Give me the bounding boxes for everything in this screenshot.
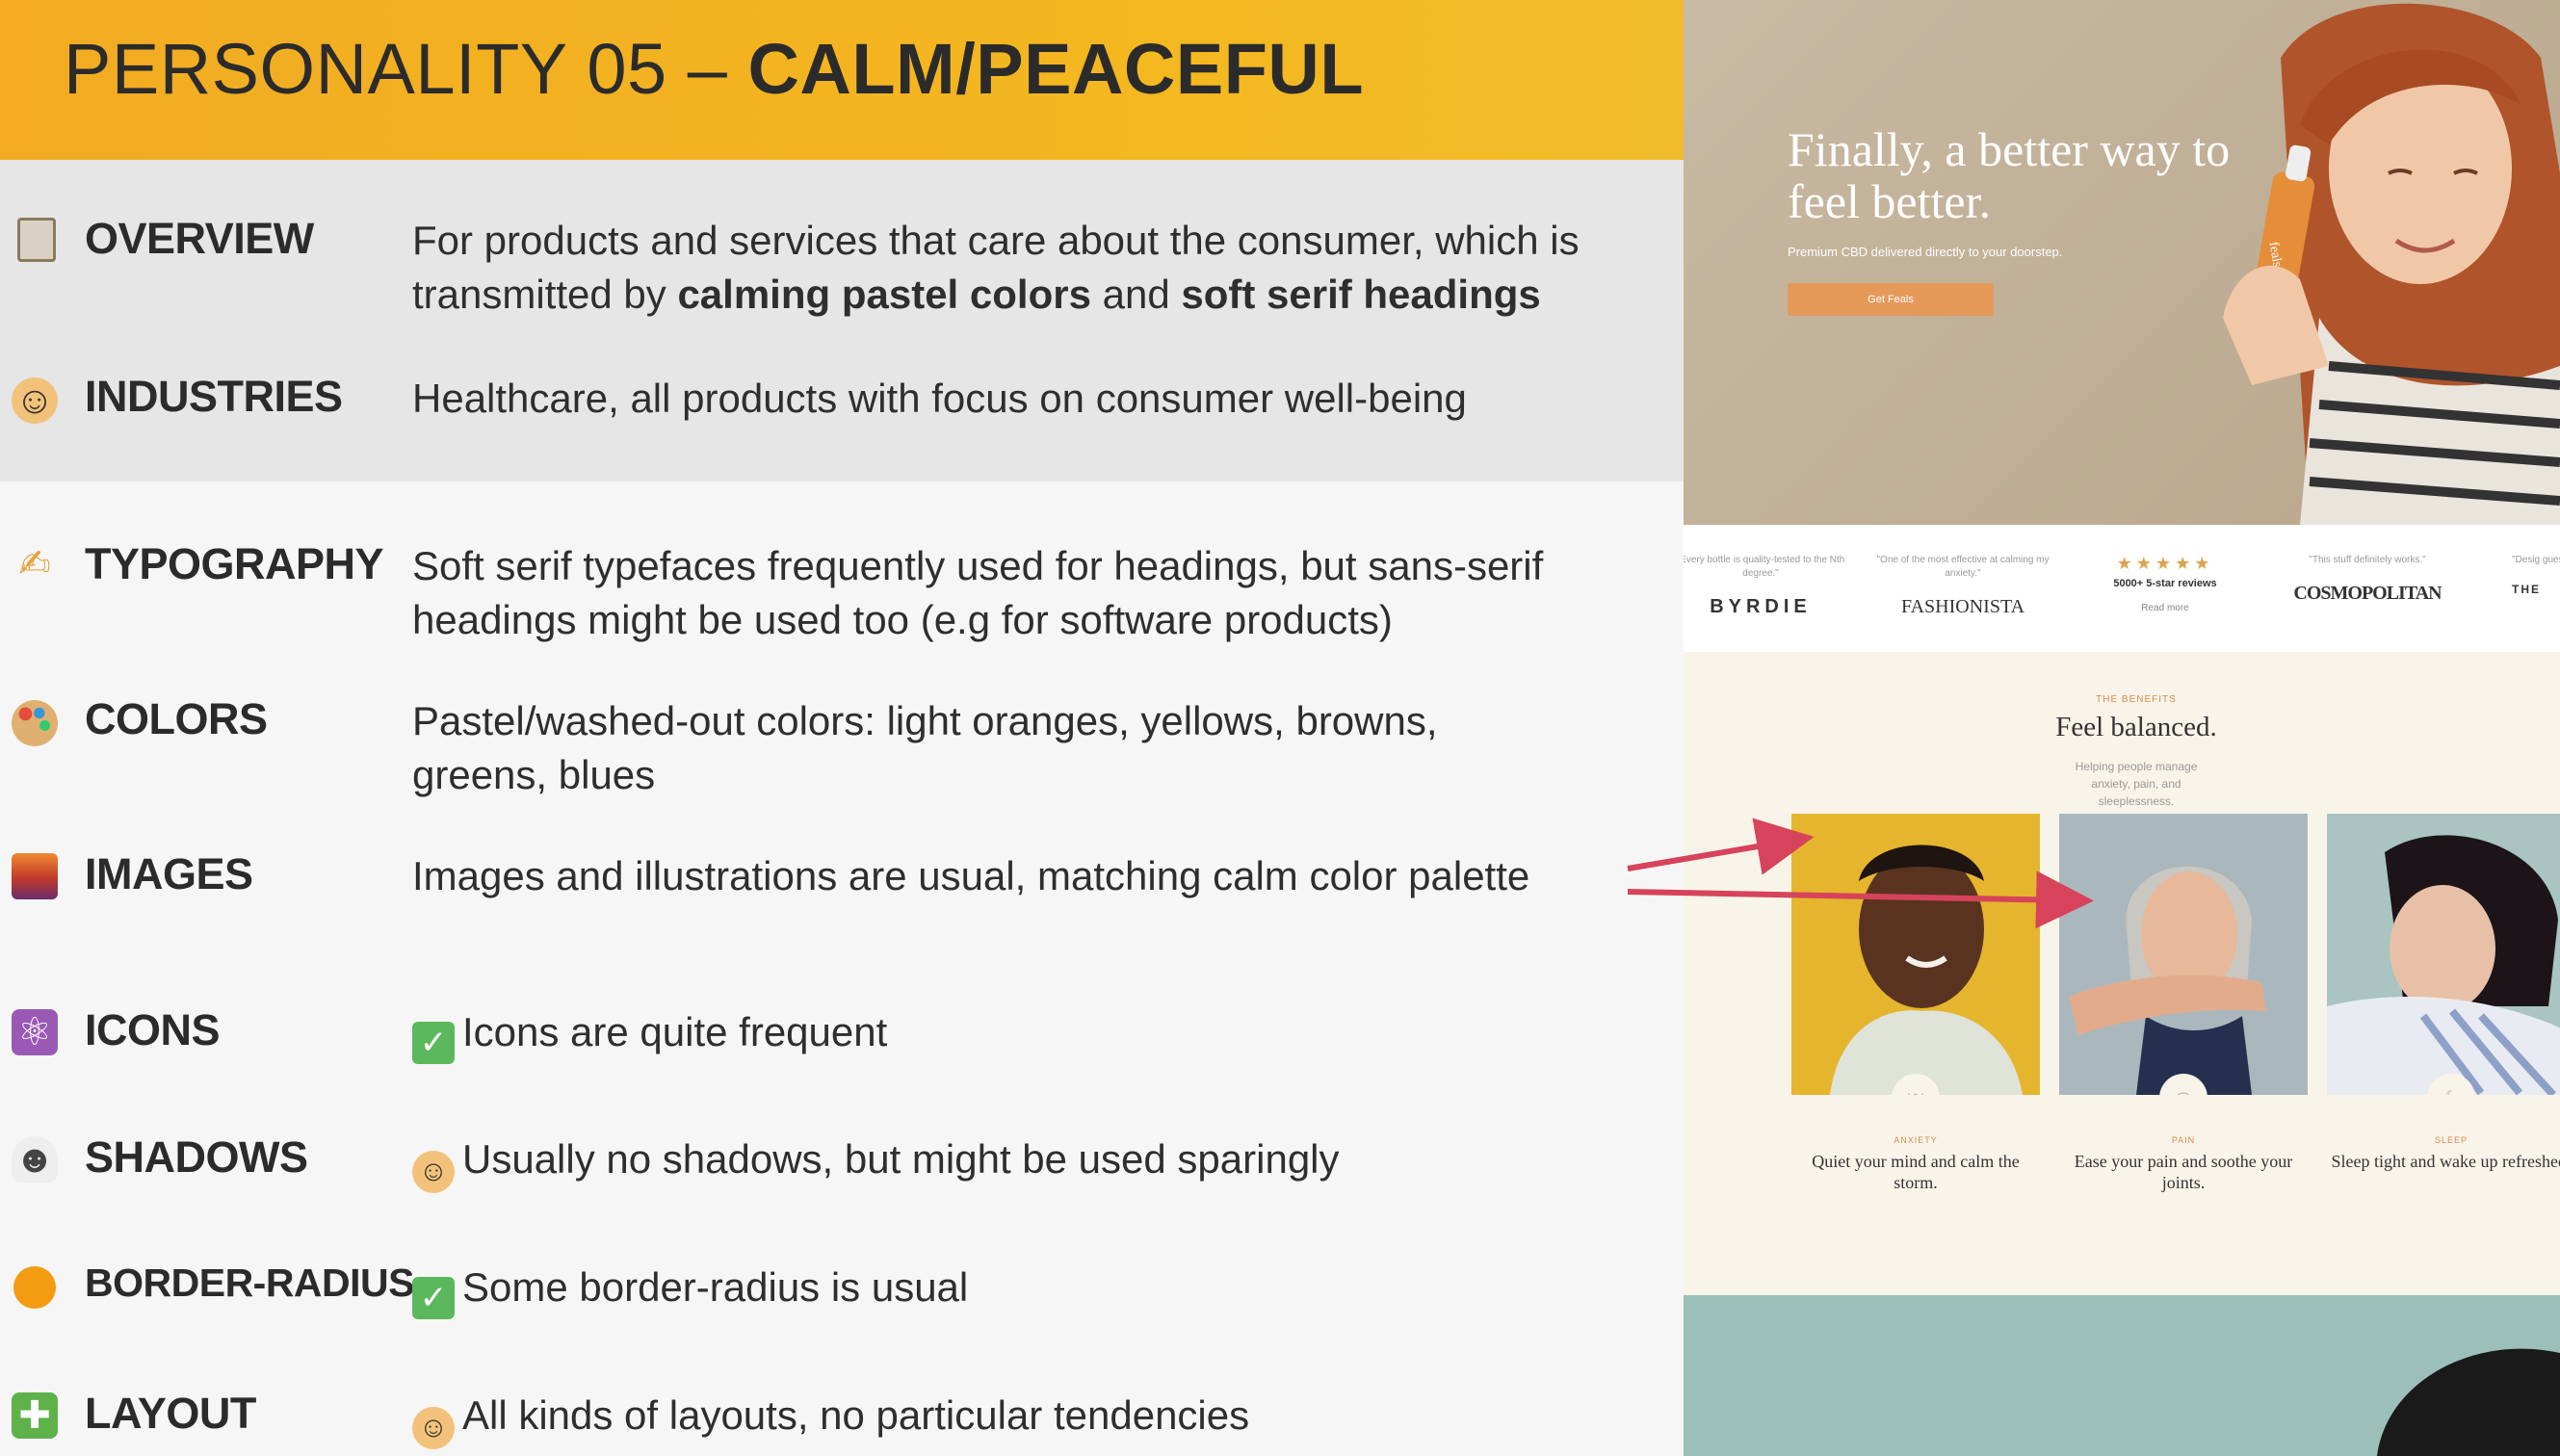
cosmopolitan-logo: COSMOPOLITAN [2293,583,2442,604]
worker-icon: ☺ [12,377,58,424]
row-description: ☺ Usually no shadows, but might be used s… [412,1132,1664,1193]
ghost-icon: ☻ [12,1136,58,1183]
desc-text: All kinds of layouts, no particular tend… [462,1392,1250,1438]
row-description: ✓ Some border-radius is usual [412,1261,1664,1319]
benefit-card-pain[interactable]: ⬭ PAIN Ease your pain and soothe your jo… [2059,814,2308,1193]
row-label: TYPOGRAPHY [85,539,384,588]
atom-icon: ⚛ [12,1009,58,1055]
row-description: Pastel/washed-out colors: light oranges,… [412,698,1438,797]
check-icon: ✓ [412,1022,455,1064]
desc-text: Some border-radius is usual [462,1264,969,1310]
press-quote: "One of the most effective at calming my… [1876,555,2050,579]
row-description: ☺ All kinds of layouts, no particular ten… [412,1389,1664,1449]
sunset-image-icon [12,853,58,899]
row-description: For products and services that care abou… [412,214,1664,322]
row-label: IMAGES [85,849,253,898]
reviews-count: 5000+ 5-star reviews [2113,578,2217,589]
shrug-icon: ☺ [412,1151,455,1193]
next-section-teal [1684,1295,2560,1456]
card-kicker: SLEEP [2434,1135,2469,1145]
benefits-kicker: THE BENEFITS [2096,694,2177,705]
row-label: INDUSTRIES [85,372,343,421]
desc-text: Usually no shadows, but might be used sp… [462,1136,1340,1182]
palette-icon [12,700,58,746]
benefits-section: THE BENEFITS Feel balanced. Helping peop… [1684,652,2560,1295]
woman-portrait-image: ⬭ [2059,814,2308,1095]
desc-bold: soft serif headings [1181,272,1541,317]
row-description: Healthcare, all products with focus on c… [412,376,1467,421]
read-more-link[interactable]: Read more [2078,603,2252,613]
press-item: "Desig guesswo THE [2512,554,2560,596]
press-item: "Every bottle is quality-tested to the N… [1684,554,1847,618]
fashionista-logo: FASHIONISTA [1900,596,2025,617]
press-item: "This stuff definitely works." COSMOPOLI… [2281,554,2454,605]
card-text: Sleep tight and wake up refreshed. [2331,1152,2560,1171]
puzzle-icon: ✚ [12,1392,58,1439]
row-label: ICONS [85,1005,221,1054]
hero-section: Finally, a better way to feel better. Pr… [1684,0,2560,525]
title-prefix: PERSONALITY 05 – [64,29,728,109]
writing-hand-icon: ✍ [18,543,51,585]
orange-circle-icon [13,1266,56,1309]
row-label: BORDER-RADIUS [85,1261,415,1305]
card-text: Ease your pain and soothe your joints. [2074,1152,2293,1192]
desc-text: Icons are quite frequent [462,1009,888,1054]
row-description: Images and illustrations are usual, matc… [412,853,1530,898]
press-quote: "This stuff definitely works." [2309,555,2426,565]
star-rating: ★★★★★ [2116,554,2214,573]
clipboard-icon [17,218,56,262]
row-label: COLORS [85,694,268,743]
row-label: LAYOUT [85,1389,256,1438]
benefit-card-sleep[interactable]: ☾ SLEEP Sleep tight and wake up refreshe… [2327,814,2560,1172]
press-quote: "Desig guesswo [2512,555,2560,565]
press-logo: THE [2512,583,2541,596]
row-description: Soft serif typefaces frequently used for… [412,543,1544,642]
get-feals-button[interactable]: Get Feals [1788,283,1994,316]
press-item: "One of the most effective at calming my… [1876,554,2050,618]
press-item: ★★★★★ 5000+ 5-star reviews Read more [2078,554,2252,613]
press-quote: "Every bottle is quality-tested to the N… [1684,555,1845,579]
man-portrait-image: 〰 [1791,814,2040,1095]
title-bold: CALM/PEACEFUL [747,29,1365,109]
row-label: OVERVIEW [85,214,314,263]
card-text: Quiet your mind and calm the storm. [1812,1152,2020,1192]
hero-woman-image: feals [2223,3,2560,525]
desc-bold: calming pastel colors [677,272,1091,317]
card-kicker: ANXIETY [1894,1135,1938,1145]
card-kicker: PAIN [2171,1135,2196,1145]
row-description: ✓ Icons are quite frequent [412,1005,1664,1064]
byrdie-logo: BYRDIE [1710,596,1812,617]
slide-title: PERSONALITY 05 – CALM/PEACEFUL [64,21,1364,117]
benefits-title: Feel balanced. [2055,712,2217,742]
check-icon: ✓ [412,1277,455,1319]
benefit-card-anxiety[interactable]: 〰 ANXIETY Quiet your mind and calm the s… [1791,814,2040,1193]
row-label: SHADOWS [85,1132,308,1182]
benefits-subtitle: Helping people manage anxiety, pain, and… [2075,760,2198,808]
website-screenshot: Finally, a better way to feel better. Pr… [1684,0,2560,1456]
desc-text: and [1090,272,1182,317]
sleeping-woman-image: ☾ [2327,814,2560,1095]
slide-panel: PERSONALITY 05 – CALM/PEACEFUL OVERVIEW … [0,0,1684,1456]
slide-header: PERSONALITY 05 – CALM/PEACEFUL [0,0,1684,160]
press-strip: "Every bottle is quality-tested to the N… [1684,525,2560,652]
hero-subtitle: Premium CBD delivered directly to your d… [1788,245,2063,259]
shrug-icon: ☺ [412,1407,455,1449]
